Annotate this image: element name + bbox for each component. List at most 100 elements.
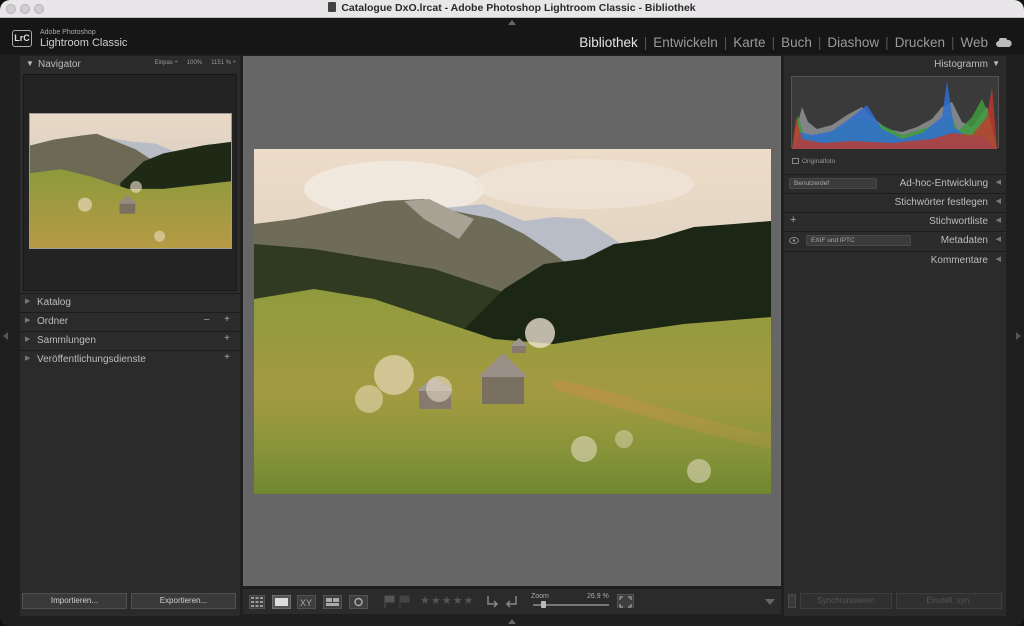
module-web[interactable]: Web bbox=[960, 35, 988, 50]
svg-text:XY: XY bbox=[300, 598, 312, 608]
export-button[interactable]: Exportieren... bbox=[131, 593, 236, 609]
right-panel: Histogramm ▼ Originalfoto Benutzerdef Ad… bbox=[784, 56, 1006, 616]
app-window: Catalogue DxO.lrcat - Adobe Photoshop Li… bbox=[0, 0, 1024, 626]
flag-pick-icon[interactable] bbox=[384, 595, 395, 609]
toolbar-options-icon[interactable] bbox=[765, 599, 775, 606]
loupe-view-icon[interactable] bbox=[272, 595, 291, 609]
app-vendor: Adobe Photoshop bbox=[40, 29, 96, 36]
panel-veroeffentlichungsdienste[interactable]: ▶ Veröffentlichungsdienste + bbox=[20, 350, 240, 367]
comments-label: Kommentare bbox=[930, 255, 988, 266]
module-diashow[interactable]: Diashow bbox=[827, 35, 879, 50]
window-title: Catalogue DxO.lrcat - Adobe Photoshop Li… bbox=[0, 2, 1024, 14]
histogram-graph bbox=[792, 81, 997, 149]
disclosure-closed-icon: ◀ bbox=[995, 236, 1001, 243]
keywording-label: Stichwörter festlegen bbox=[894, 197, 988, 208]
zoom-slider-handle[interactable] bbox=[541, 601, 546, 608]
module-bibliothek[interactable]: Bibliothek bbox=[579, 35, 638, 50]
title-bar: Catalogue DxO.lrcat - Adobe Photoshop Li… bbox=[0, 0, 1024, 18]
rotate-left-icon[interactable] bbox=[485, 595, 499, 609]
disclosure-open-icon: ▼ bbox=[26, 59, 34, 68]
people-view-icon[interactable] bbox=[349, 595, 368, 609]
grid-view-icon[interactable] bbox=[249, 595, 265, 609]
survey-view-icon[interactable] bbox=[323, 595, 342, 609]
original-photo-label: Originalfoto bbox=[802, 158, 836, 165]
left-panel: ▼ Navigator Einpas ÷ 100% 1151 % ÷ ▶ Kat… bbox=[20, 56, 240, 616]
histogram-label: Histogramm bbox=[934, 59, 988, 70]
window-title-text: Catalogue DxO.lrcat - Adobe Photoshop Li… bbox=[341, 2, 696, 14]
lightroom-logo-icon: LrC bbox=[12, 30, 32, 47]
metadata-label: Metadaten bbox=[940, 235, 988, 246]
rotate-right-icon[interactable] bbox=[505, 595, 519, 609]
collapse-filmstrip-icon[interactable] bbox=[508, 619, 516, 624]
disclosure-open-icon: ▼ bbox=[992, 59, 1000, 68]
navigator-zoom-option[interactable]: 1151 % ÷ bbox=[211, 60, 236, 66]
navigator-thumbnail[interactable] bbox=[29, 113, 232, 249]
library-toolbar: XY ★★★★★ Zoom 26.9 % bbox=[243, 588, 781, 614]
checkbox-icon[interactable] bbox=[792, 158, 799, 164]
panel-keyword-list[interactable]: + Stichwortliste ◀ bbox=[784, 212, 1006, 229]
panel-katalog[interactable]: ▶ Katalog bbox=[20, 293, 240, 310]
quick-develop-preset-select[interactable]: Benutzerdef bbox=[789, 178, 877, 189]
histogram-header[interactable]: Histogramm ▼ bbox=[784, 56, 1006, 72]
module-bar: LrC Adobe Photoshop Lightroom Classic Bi… bbox=[0, 18, 1024, 54]
disclosure-closed-icon: ▶ bbox=[25, 355, 31, 362]
module-entwickeln[interactable]: Entwickeln bbox=[653, 35, 718, 50]
panel-metadata[interactable]: EXIF und IPTC Metadaten ◀ bbox=[784, 231, 1006, 248]
module-picker: Bibliothek | Entwickeln | Karte | Buch | Dia… bbox=[579, 35, 1012, 50]
navigator-preview[interactable] bbox=[23, 74, 237, 291]
disclosure-closed-icon: ◀ bbox=[995, 198, 1001, 205]
module-drucken[interactable]: Drucken bbox=[895, 35, 945, 50]
compare-view-icon[interactable]: XY bbox=[297, 595, 316, 609]
navigator-header[interactable]: ▼ Navigator Einpas ÷ 100% 1151 % ÷ bbox=[20, 56, 240, 72]
publish-add-icon[interactable]: + bbox=[224, 352, 236, 363]
rating-stars[interactable]: ★★★★★ bbox=[420, 594, 474, 607]
sync-button[interactable]: Synchronisieren bbox=[800, 593, 892, 609]
panel-label: Veröffentlichungsdienste bbox=[37, 354, 146, 365]
panel-keywording[interactable]: Stichwörter festlegen ◀ bbox=[784, 193, 1006, 210]
histogram-chart[interactable] bbox=[791, 76, 999, 149]
auto-sync-button[interactable]: Einstell. syn. bbox=[896, 593, 1002, 609]
quick-develop-label: Ad-hoc-Entwicklung bbox=[899, 178, 988, 189]
disclosure-closed-icon: ◀ bbox=[995, 256, 1001, 263]
landscape-photo-image bbox=[254, 149, 771, 494]
disclosure-closed-icon: ◀ bbox=[995, 179, 1001, 186]
crop-frame-icon[interactable] bbox=[617, 594, 634, 608]
document-icon bbox=[328, 2, 337, 12]
zoom-value: 26.9 % bbox=[587, 593, 609, 600]
flag-reject-icon[interactable] bbox=[399, 595, 410, 609]
navigator-100-option[interactable]: 100% bbox=[187, 60, 202, 66]
module-karte[interactable]: Karte bbox=[733, 35, 765, 50]
keyword-list-label: Stichwortliste bbox=[929, 216, 988, 227]
folder-add-remove-icon[interactable]: – + bbox=[204, 314, 236, 325]
navigator-zoom-options: Einpas ÷ 100% 1151 % ÷ bbox=[154, 60, 236, 66]
collapse-top-panel-icon[interactable] bbox=[508, 20, 516, 25]
main-photo[interactable] bbox=[254, 149, 771, 494]
disclosure-closed-icon: ▶ bbox=[25, 317, 31, 324]
cloud-sync-icon[interactable] bbox=[996, 38, 1012, 47]
metadata-preset-select[interactable]: EXIF und IPTC bbox=[806, 235, 911, 246]
landscape-thumbnail-image bbox=[30, 114, 231, 248]
panel-comments[interactable]: Kommentare ◀ bbox=[784, 251, 1006, 268]
eye-icon[interactable] bbox=[789, 237, 799, 244]
collapse-left-panel-icon[interactable] bbox=[3, 332, 8, 340]
module-buch[interactable]: Buch bbox=[781, 35, 812, 50]
disclosure-closed-icon: ◀ bbox=[995, 217, 1001, 224]
collapse-right-panel-icon[interactable] bbox=[1016, 332, 1021, 340]
sync-toggle-switch[interactable] bbox=[788, 594, 796, 608]
navigator-fit-option[interactable]: Einpas ÷ bbox=[154, 60, 177, 66]
panel-sammlungen[interactable]: ▶ Sammlungen + bbox=[20, 331, 240, 348]
navigator-label: Navigator bbox=[38, 59, 81, 70]
collection-add-icon[interactable]: + bbox=[224, 333, 236, 344]
original-photo-toggle[interactable]: Originalfoto bbox=[792, 158, 835, 165]
disclosure-closed-icon: ▶ bbox=[25, 336, 31, 343]
loupe-view[interactable] bbox=[243, 56, 781, 586]
panel-label: Ordner bbox=[37, 316, 69, 327]
add-keyword-icon[interactable]: + bbox=[790, 214, 796, 226]
app-name: Lightroom Classic bbox=[40, 37, 128, 49]
panel-label: Sammlungen bbox=[37, 335, 96, 346]
panel-label: Katalog bbox=[37, 297, 71, 308]
panel-quick-develop[interactable]: Benutzerdef Ad-hoc-Entwicklung ◀ bbox=[784, 174, 1006, 191]
zoom-label: Zoom bbox=[531, 593, 549, 600]
import-button[interactable]: Importieren... bbox=[22, 593, 127, 609]
panel-ordner[interactable]: ▶ Ordner – + bbox=[20, 312, 240, 329]
